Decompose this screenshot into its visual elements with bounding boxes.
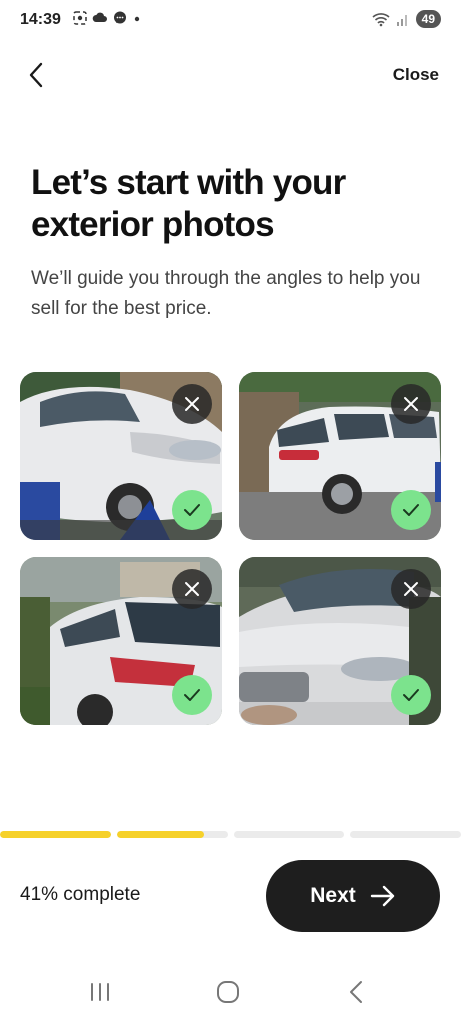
photo-rear-left[interactable] (20, 557, 222, 725)
progress-segment-4 (350, 831, 461, 838)
progress-segment-3 (234, 831, 344, 838)
remove-photo-button[interactable] (172, 569, 212, 609)
close-icon (404, 582, 418, 596)
status-time: 14:39 (20, 11, 61, 28)
close-icon (185, 397, 199, 411)
check-icon (403, 504, 419, 516)
recent-apps-icon (91, 983, 109, 1001)
home-icon (217, 981, 239, 1003)
chat-icon (114, 11, 126, 24)
back-button[interactable] (22, 60, 52, 90)
photo-check-badge (391, 675, 431, 715)
recent-apps-button[interactable] (86, 978, 114, 1006)
photo-check-badge (172, 490, 212, 530)
arrow-right-icon (370, 885, 394, 907)
system-back-button[interactable] (343, 978, 371, 1006)
progress-segment-2 (117, 831, 228, 838)
progress-fill-2 (117, 831, 204, 838)
system-nav-bar (0, 972, 461, 1012)
close-icon (404, 397, 418, 411)
remove-photo-button[interactable] (391, 569, 431, 609)
status-bar: 14:39 49 (0, 0, 461, 42)
screenshot-icon (73, 11, 87, 25)
back-icon (350, 981, 362, 1003)
nav-header: Close (0, 56, 461, 96)
check-icon (184, 689, 200, 701)
close-button[interactable]: Close (393, 65, 439, 85)
home-button[interactable] (214, 978, 242, 1006)
photo-front-right[interactable] (239, 557, 441, 725)
photo-check-badge (391, 490, 431, 530)
progress-bar (0, 831, 461, 839)
check-icon (403, 689, 419, 701)
photo-check-badge (172, 675, 212, 715)
photo-front-left[interactable] (20, 372, 222, 540)
page-title: Let’s start with your exterior photos (31, 163, 346, 244)
remove-photo-button[interactable] (391, 384, 431, 424)
progress-complete-label: 41% complete (20, 884, 141, 905)
chevron-left-icon (29, 62, 43, 88)
page-subtitle: We’ll guide you through the angles to he… (31, 268, 421, 319)
close-icon (185, 582, 199, 596)
photo-side-right[interactable] (239, 372, 441, 540)
progress-segment-1 (0, 831, 111, 838)
battery-icon: 49 (415, 10, 441, 28)
check-icon (184, 504, 200, 516)
cloud-icon (92, 12, 107, 22)
dot-icon (134, 16, 140, 22)
next-button[interactable]: Next (266, 860, 440, 932)
remove-photo-button[interactable] (172, 384, 212, 424)
wifi-icon (372, 13, 390, 27)
next-button-label: Next (310, 884, 356, 907)
progress-fill-1 (0, 831, 111, 838)
signal-icon (396, 15, 407, 26)
photo-grid (20, 372, 441, 725)
